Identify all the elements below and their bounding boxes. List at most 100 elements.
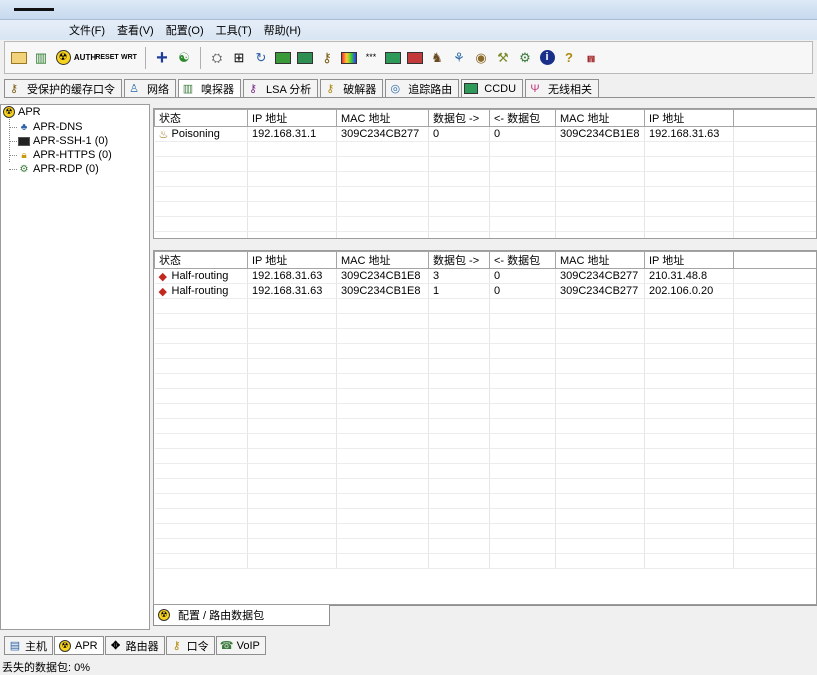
- tab-ccdu[interactable]: CCDU: [461, 79, 524, 97]
- empty-row: [154, 463, 816, 479]
- toolbar: ▥ ☢ AUTH RESET WRT + ☯ ⛭ ⊞ ↻ ⚷ *** ♞ ⚘ ◉…: [4, 41, 813, 74]
- empty-row: [154, 478, 816, 494]
- dns-icon: ♣: [20, 121, 28, 133]
- column-header-mac-2[interactable]: MAC 地址: [555, 251, 645, 269]
- column-header-mac-2[interactable]: MAC 地址: [555, 109, 645, 127]
- tab-network[interactable]: ♙ 网络: [124, 79, 176, 97]
- plus-icon[interactable]: +: [152, 47, 172, 69]
- table-row[interactable]: ◆ Half-routing 192.168.31.63 309C234CB1E8…: [154, 268, 816, 284]
- view-tab-label: 口令: [186, 640, 209, 653]
- empty-row: [154, 433, 816, 449]
- gear-icon[interactable]: ⚙: [515, 47, 535, 69]
- tab-label: 无线相关: [548, 83, 593, 96]
- network-icon[interactable]: ⚘: [449, 47, 469, 69]
- column-header-empty[interactable]: [733, 109, 816, 127]
- lock-key-icon[interactable]: ⚷: [317, 47, 337, 69]
- view-tab-apr[interactable]: ☢ APR: [54, 636, 104, 655]
- folder-icon[interactable]: [9, 47, 29, 69]
- toolbar-separator: [200, 46, 201, 69]
- card-icon[interactable]: [383, 47, 403, 69]
- column-header-mac[interactable]: MAC 地址: [336, 251, 429, 269]
- menu-tools[interactable]: 工具(T): [211, 20, 257, 40]
- table-row[interactable]: ♨ Poisoning 192.168.31.1 309C234CB277 0 0…: [154, 126, 816, 142]
- cell-empty: [733, 126, 816, 142]
- column-header-mac[interactable]: MAC 地址: [336, 109, 429, 127]
- network-card-icon[interactable]: ▥: [31, 47, 51, 69]
- view-tab-hosts[interactable]: ▤ 主机: [4, 636, 53, 655]
- cell-packets-in: 0: [489, 268, 556, 284]
- empty-row: [154, 156, 816, 172]
- column-header-ip-2[interactable]: IP 地址: [644, 251, 734, 269]
- empty-row: [154, 171, 816, 187]
- globe-icon[interactable]: ☯: [174, 47, 194, 69]
- sniffer-icon[interactable]: ⛭: [207, 47, 227, 69]
- column-header-packets-in[interactable]: <- 数据包: [489, 109, 556, 127]
- network-icon: ♙: [129, 83, 139, 95]
- menu-configure[interactable]: 配置(O): [161, 20, 209, 40]
- status-bar: 丢失的数据包: 0%: [0, 659, 817, 675]
- cell-packets-out: 0: [428, 126, 490, 142]
- reset-icon[interactable]: RESET: [95, 47, 118, 69]
- nuclear-icon[interactable]: ☢: [53, 47, 73, 69]
- view-tab-routers[interactable]: ✥ 路由器: [104, 636, 165, 655]
- tab-config-routing-packets[interactable]: ☢ 配置 / 路由数据包: [153, 605, 330, 626]
- route-icon[interactable]: ⊞: [229, 47, 249, 69]
- tower-icon[interactable]: ⩎: [581, 47, 601, 69]
- empty-row: [154, 448, 816, 464]
- help-icon[interactable]: ?: [559, 47, 579, 69]
- tree-item-apr-https[interactable]: 🔒︎ APR-HTTPS (0): [18, 149, 112, 161]
- cpu-icon[interactable]: [405, 47, 425, 69]
- rainbow-icon[interactable]: [339, 47, 359, 69]
- tab-traceroute[interactable]: ◎ 追踪路由: [385, 79, 460, 97]
- tree-label: APR-HTTPS (0): [33, 149, 112, 161]
- view-tab-passwords[interactable]: ⚷ 口令: [165, 636, 215, 655]
- menu-help[interactable]: 帮助(H): [259, 20, 306, 40]
- hash-icon[interactable]: [295, 47, 315, 69]
- divider: [330, 605, 817, 606]
- column-header-packets-in[interactable]: <- 数据包: [489, 251, 556, 269]
- tree-connector: [9, 155, 17, 156]
- tree-label: APR-DNS: [33, 121, 83, 133]
- column-header-empty[interactable]: [733, 251, 816, 269]
- terminal-icon: [18, 135, 30, 147]
- empty-row: [154, 313, 816, 329]
- tools-icon[interactable]: ⚒: [493, 47, 513, 69]
- tree-item-apr-rdp[interactable]: ⚙ APR-RDP (0): [18, 163, 99, 175]
- refresh-icon[interactable]: ↻: [251, 47, 271, 69]
- chart-icon[interactable]: [273, 47, 293, 69]
- tree-item-apr[interactable]: ☢ APR: [3, 106, 41, 118]
- column-header-ip[interactable]: IP 地址: [247, 109, 337, 127]
- menu-view[interactable]: 查看(V): [112, 20, 159, 40]
- info-icon[interactable]: i: [537, 47, 557, 69]
- column-header-status[interactable]: 状态: [154, 109, 248, 127]
- menu-file[interactable]: 文件(F): [64, 20, 110, 40]
- app-icon[interactable]: [14, 8, 54, 11]
- tab-cached-passwords[interactable]: ⚷ 受保护的缓存口令: [4, 79, 122, 97]
- tree-label: APR-RDP (0): [33, 163, 99, 175]
- auth-icon[interactable]: AUTH: [74, 47, 96, 69]
- empty-row: [154, 403, 816, 419]
- tab-sniffer[interactable]: ▥ 嗅探器: [178, 79, 241, 97]
- tab-wireless[interactable]: Ψ 无线相关: [525, 79, 600, 97]
- view-tab-voip[interactable]: ☎ VoIP: [215, 636, 266, 655]
- column-header-packets-out[interactable]: 数据包 ->: [428, 109, 490, 127]
- column-header-status[interactable]: 状态: [154, 251, 248, 269]
- grid-header-row: 状态 IP 地址 MAC 地址 数据包 -> <- 数据包 MAC 地址 IP …: [154, 109, 816, 127]
- table-row[interactable]: ◆ Half-routing 192.168.31.63 309C234CB1E8…: [154, 283, 816, 299]
- disc-icon[interactable]: ◉: [471, 47, 491, 69]
- tab-cracker[interactable]: ⚷ 破解器: [320, 79, 384, 97]
- menu-bar: 文件(F) 查看(V) 配置(O) 工具(T) 帮助(H): [0, 20, 817, 40]
- bucket-icon[interactable]: ♞: [427, 47, 447, 69]
- column-header-ip-2[interactable]: IP 地址: [644, 109, 734, 127]
- tree-item-apr-ssh[interactable]: APR-SSH-1 (0): [18, 135, 108, 147]
- cell-ip-2: 210.31.48.8: [644, 268, 734, 284]
- wrt-icon[interactable]: WRT: [119, 47, 139, 69]
- column-header-packets-out[interactable]: 数据包 ->: [428, 251, 490, 269]
- dots-icon[interactable]: ***: [361, 47, 381, 69]
- empty-row: [154, 343, 816, 359]
- tree-item-apr-dns[interactable]: ♣ APR-DNS: [18, 121, 83, 133]
- column-header-ip[interactable]: IP 地址: [247, 251, 337, 269]
- view-tab-label: VoIP: [236, 639, 260, 652]
- tab-lsa[interactable]: ⚷ LSA 分析: [243, 79, 319, 97]
- tree-label: APR: [18, 106, 41, 118]
